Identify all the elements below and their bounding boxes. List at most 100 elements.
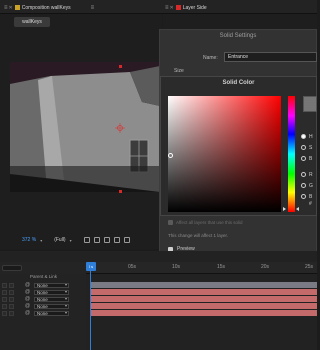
parent-select[interactable]: None [34,282,69,288]
layer-duration-bar[interactable] [91,303,317,309]
composition-viewer[interactable] [10,62,162,192]
tick-label: 05s [128,264,137,270]
layer-handle-bottom[interactable] [119,190,122,193]
affect-all-label: Affect all layers that use this solid [176,220,243,225]
radio-button[interactable] [301,194,306,199]
viewer-scene [10,62,162,192]
layer-row[interactable]: @ None [0,303,86,309]
radio-button[interactable] [301,145,306,150]
lock-toggle[interactable] [9,310,14,316]
lock-toggle[interactable] [9,296,14,302]
layer-color-icon [175,5,181,10]
time-ruler[interactable] [86,262,317,274]
visibility-toggle[interactable] [2,289,7,295]
pick-whip-icon[interactable]: @ [25,310,31,316]
tab-composition-label: Composition wallKeys [21,4,71,11]
hue-slider[interactable] [288,96,295,212]
radio-label: R [309,171,313,178]
layer-row[interactable]: @ None [0,296,86,302]
name-field[interactable]: Entrance [224,52,317,62]
radio-button[interactable] [301,156,306,161]
tick-label: 15s [217,264,226,270]
guides-icon[interactable] [113,237,120,243]
zoom-level[interactable]: 372 % [22,237,36,243]
layer-duration-bar[interactable] [91,282,317,288]
panel-menu-icon[interactable]: ≡ [165,5,168,11]
layer-row[interactable]: @ None [0,282,86,288]
radio-button[interactable] [301,134,306,139]
pick-whip-icon[interactable]: @ [25,289,31,295]
name-label: Name: [203,55,218,61]
radio-row-b[interactable]: B [301,155,313,162]
layer-row[interactable]: @ None [0,310,86,316]
tab-layer[interactable]: ≡ ✕ Layer Side [165,3,207,12]
panel-options-icon[interactable]: ≡ [91,5,94,11]
transparency-grid-icon[interactable] [93,237,100,243]
affect-all-row[interactable]: Affect all layers that use this solid [168,220,242,225]
radio-button[interactable] [301,183,306,188]
layer-handle-top[interactable] [119,65,122,68]
tick-label: 10s [172,264,181,270]
current-time-indicator[interactable]: 0s [86,262,96,271]
radio-label: H [309,133,313,140]
radio-label: S [309,144,313,151]
radio-row-r[interactable]: R [301,171,313,178]
size-label: Size [174,68,184,74]
timeline-search-bar [0,262,86,274]
layer-duration-bar[interactable] [91,296,317,302]
affect-all-checkbox[interactable] [168,220,173,225]
parent-link-header[interactable]: Parent & Link [30,274,57,279]
visibility-toggle[interactable] [2,282,7,288]
search-input[interactable] [2,265,22,271]
layer-row[interactable]: @ None [0,289,86,295]
lock-toggle[interactable] [9,303,14,309]
parent-select[interactable]: None [34,303,69,309]
radio-row-h[interactable]: H [301,133,313,140]
pick-whip-icon[interactable]: @ [25,303,31,309]
affect-note: This change will affect 1 layer. [168,233,228,238]
hex-prefix: # [309,201,312,207]
radio-row-blue[interactable]: B [301,193,313,200]
layer-duration-bar[interactable] [91,310,317,316]
radio-row-g[interactable]: G [301,182,313,189]
radio-label: B [309,193,313,200]
channels-icon[interactable] [123,237,130,243]
tick-label: 20s [261,264,270,270]
composition-color-icon [14,5,20,10]
resolution-select[interactable]: (Full) [54,237,65,243]
chevron-down-icon[interactable]: ▾ [70,238,72,243]
parent-select[interactable]: None [34,289,69,295]
parent-select[interactable]: None [34,296,69,302]
color-picker-cursor[interactable] [168,153,173,158]
close-icon[interactable]: ✕ [9,5,13,11]
region-of-interest-icon[interactable] [83,237,90,243]
solid-color-title: Solid Color [222,80,255,86]
lock-toggle[interactable] [9,289,14,295]
hue-slider-left-arrow[interactable] [283,207,286,211]
pick-whip-icon[interactable]: @ [25,282,31,288]
radio-label: G [309,182,313,189]
radio-button[interactable] [301,172,306,177]
tab-composition[interactable]: ≡ ✕ Composition wallKeys ≡ [4,3,94,12]
saturation-brightness-field[interactable] [168,96,281,212]
hue-slider-right-arrow[interactable] [296,207,299,211]
close-icon[interactable]: ✕ [170,5,174,11]
visibility-toggle[interactable] [2,310,7,316]
color-mode-radios: H S B R G B [301,133,313,200]
mask-visibility-icon[interactable] [103,237,110,243]
parent-select[interactable]: None [34,310,69,316]
panel-menu-icon[interactable]: ≡ [4,5,7,11]
lock-toggle[interactable] [9,282,14,288]
radio-label: B [309,155,313,162]
pick-whip-icon[interactable]: @ [25,296,31,302]
composition-breadcrumb[interactable]: wallKeys [14,17,50,27]
visibility-toggle[interactable] [2,303,7,309]
composition-footer: 372 % ▾ (Full) ▾ [0,234,162,246]
layer-duration-bar[interactable] [91,289,317,295]
radio-row-s[interactable]: S [301,144,313,151]
tab-layer-label: Layer Side [182,4,207,11]
visibility-toggle[interactable] [2,296,7,302]
color-swatch [303,96,317,112]
tick-label: 25s [305,264,314,270]
chevron-down-icon[interactable]: ▾ [40,238,42,243]
